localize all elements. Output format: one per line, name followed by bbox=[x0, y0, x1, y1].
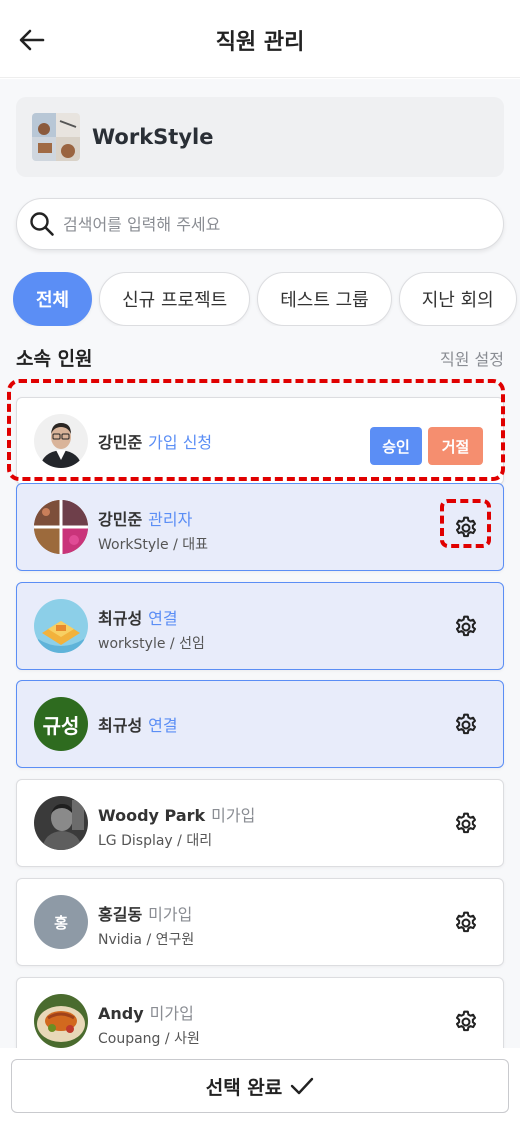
staff-settings-link[interactable]: 직원 설정 bbox=[440, 346, 504, 370]
member-status: 연결 bbox=[148, 609, 178, 628]
member-card[interactable]: Woody Park 미가입 LG Display / 대리 bbox=[16, 779, 504, 867]
gear-icon[interactable] bbox=[453, 910, 479, 936]
avatar-initials: 규성 bbox=[42, 713, 80, 738]
member-name-line: 최규성 연결 bbox=[98, 712, 178, 736]
member-company: Nvidia bbox=[98, 932, 143, 948]
avatar: 홍 bbox=[34, 895, 88, 949]
member-name-line: Andy 미가입 bbox=[98, 1000, 194, 1024]
search-bar[interactable] bbox=[16, 198, 504, 250]
member-company: workstyle bbox=[98, 636, 166, 652]
company-name: WorkStyle bbox=[92, 125, 214, 149]
member-role: 대리 bbox=[186, 833, 213, 849]
member-affiliation: workstyle / 선임 bbox=[98, 636, 205, 652]
gear-icon[interactable] bbox=[453, 614, 479, 640]
tab-last-meeting[interactable]: 지난 회의 bbox=[398, 272, 517, 326]
avatar bbox=[34, 414, 88, 468]
check-icon bbox=[291, 1077, 314, 1095]
member-status: 연결 bbox=[148, 716, 178, 735]
company-card: WorkStyle bbox=[16, 97, 504, 177]
complete-selection-button[interactable]: 선택 완료 bbox=[11, 1059, 509, 1113]
member-company: Coupang bbox=[98, 1031, 161, 1047]
gear-icon[interactable] bbox=[453, 515, 479, 541]
member-name-line: 홍길동 미가입 bbox=[98, 901, 192, 925]
member-name-line: Woody Park 미가입 bbox=[98, 802, 255, 826]
member-company: LG Display bbox=[98, 833, 173, 849]
member-status: 미가입 bbox=[149, 1004, 194, 1023]
page-title: 직원 관리 bbox=[215, 30, 305, 55]
member-card[interactable]: 규성 최규성 연결 bbox=[16, 680, 504, 768]
member-affiliation: WorkStyle / 대표 bbox=[98, 537, 209, 553]
member-card[interactable]: 강민준 관리자 WorkStyle / 대표 bbox=[16, 483, 504, 571]
avatar-initials: 홍 bbox=[54, 913, 68, 932]
approve-button[interactable]: 승인 bbox=[370, 427, 422, 465]
member-name: 최규성 bbox=[98, 716, 143, 735]
avatar bbox=[34, 796, 88, 850]
member-name: 홍길동 bbox=[98, 905, 143, 924]
gear-icon[interactable] bbox=[453, 1009, 479, 1035]
app-header: 직원 관리 bbox=[0, 0, 520, 78]
avatar: 규성 bbox=[34, 697, 88, 751]
section-title: 소속 인원 bbox=[16, 348, 93, 370]
member-name: 강민준 bbox=[98, 433, 143, 452]
member-card[interactable]: 홍 홍길동 미가입 Nvidia / 연구원 bbox=[16, 878, 504, 966]
member-name: 강민준 bbox=[98, 510, 143, 529]
member-name-line: 강민준 가입 신청 bbox=[98, 429, 212, 453]
avatar bbox=[34, 500, 88, 554]
member-card[interactable]: 최규성 연결 workstyle / 선임 bbox=[16, 582, 504, 670]
member-name-line: 최규성 연결 bbox=[98, 605, 178, 629]
member-role: 대표 bbox=[182, 537, 209, 553]
member-name-line: 강민준 관리자 bbox=[98, 506, 192, 530]
member-status: 미가입 bbox=[148, 905, 193, 924]
tab-test-group[interactable]: 테스트 그룹 bbox=[257, 272, 392, 326]
avatar bbox=[34, 599, 88, 653]
member-status: 미가입 bbox=[211, 806, 256, 825]
bottom-bar: 선택 완료 bbox=[0, 1048, 520, 1125]
member-company: WorkStyle bbox=[98, 537, 169, 553]
member-status: 관리자 bbox=[148, 510, 193, 529]
member-affiliation: LG Display / 대리 bbox=[98, 833, 213, 849]
company-logo bbox=[32, 113, 80, 161]
tab-new-project[interactable]: 신규 프로젝트 bbox=[99, 272, 251, 326]
avatar bbox=[34, 994, 88, 1048]
member-role: 연구원 bbox=[155, 932, 195, 948]
member-name: Woody Park bbox=[98, 806, 206, 825]
member-role: 사원 bbox=[174, 1031, 200, 1047]
gear-icon[interactable] bbox=[453, 712, 479, 738]
search-icon bbox=[30, 212, 54, 236]
member-affiliation: Nvidia / 연구원 bbox=[98, 932, 195, 948]
reject-button[interactable]: 거절 bbox=[428, 427, 483, 465]
member-name: Andy bbox=[98, 1004, 144, 1023]
filter-tabs: 전체 신규 프로젝트 테스트 그룹 지난 회의 bbox=[13, 272, 520, 326]
search-input[interactable] bbox=[63, 214, 483, 234]
member-role: 선임 bbox=[179, 636, 205, 652]
member-status: 가입 신청 bbox=[148, 433, 213, 452]
tab-all[interactable]: 전체 bbox=[13, 272, 93, 326]
member-name: 최규성 bbox=[98, 609, 143, 628]
gear-icon[interactable] bbox=[453, 811, 479, 837]
main-content: WorkStyle 전체신규 프로젝트테스트 그룹지난 회의 소속 인원 직원 … bbox=[0, 79, 520, 1125]
pending-request-card: 강민준 가입 신청 승인 거절 bbox=[16, 397, 504, 485]
complete-label: 선택 완료 bbox=[205, 1076, 283, 1099]
member-affiliation: Coupang / 사원 bbox=[98, 1031, 200, 1047]
